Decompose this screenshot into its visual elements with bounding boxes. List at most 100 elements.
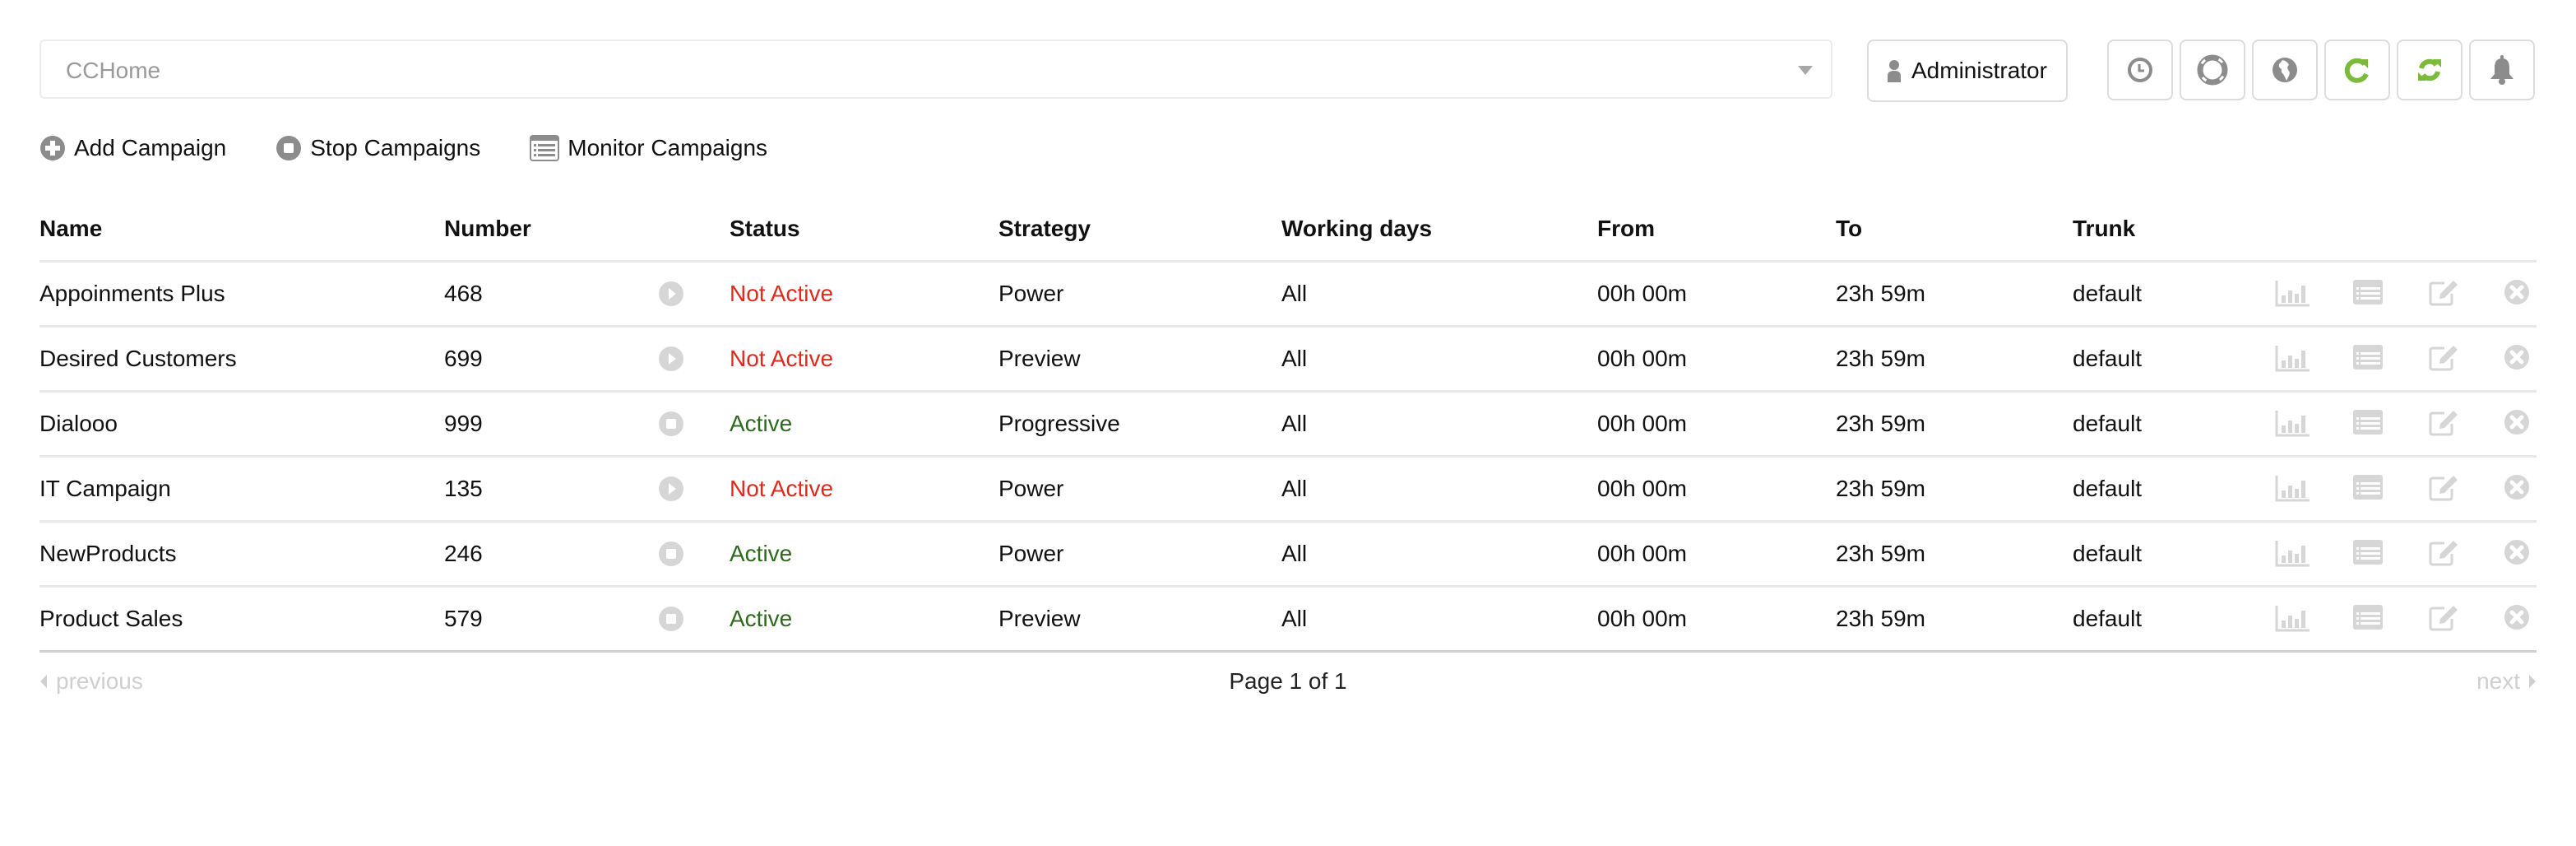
stop-campaigns-button[interactable]: Stop Campaigns (276, 135, 480, 161)
refresh-icon (2344, 58, 2369, 83)
column-header-working-days[interactable]: Working days (1281, 216, 1432, 242)
cell-status: Not Active (730, 281, 834, 306)
delete-icon[interactable] (2504, 539, 2530, 569)
cell-strategy: Preview (998, 346, 1081, 371)
edit-icon[interactable] (2428, 604, 2459, 636)
list-icon[interactable] (2352, 474, 2384, 504)
table-row[interactable]: Desired Customers 699 Not Active Preview All… (39, 325, 2537, 393)
column-header-status[interactable]: Status (730, 216, 800, 242)
cell-number: 246 (444, 541, 483, 566)
edit-icon[interactable] (2428, 279, 2459, 311)
delete-icon[interactable] (2504, 409, 2530, 439)
stop-campaign-icon[interactable] (658, 541, 684, 571)
cell-status: Active (730, 541, 793, 566)
cell-working-days: All (1281, 411, 1308, 436)
stats-icon[interactable] (2275, 344, 2310, 376)
cell-working-days: All (1281, 541, 1308, 566)
cell-working-days: All (1281, 346, 1308, 371)
next-page-label: next (2476, 668, 2520, 694)
cell-number: 468 (444, 281, 483, 306)
start-campaign-icon[interactable] (658, 476, 684, 506)
language-button[interactable] (2252, 40, 2318, 100)
cell-from: 00h 00m (1597, 541, 1687, 566)
monitor-campaigns-button[interactable]: Monitor Campaigns (530, 135, 767, 161)
start-campaign-icon[interactable] (658, 281, 684, 311)
list-alt-icon (530, 135, 560, 161)
edit-icon[interactable] (2428, 539, 2459, 571)
cell-trunk: default (2073, 411, 2143, 436)
table-row[interactable]: Product Sales 579 Active Preview All 00h 00m 2… (39, 585, 2537, 653)
monitor-campaigns-label: Monitor Campaigns (568, 135, 768, 160)
user-menu-label: Administrator (1911, 58, 2047, 83)
support-button[interactable] (2180, 40, 2245, 100)
plus-circle-icon (40, 136, 65, 160)
table-row[interactable]: Appoinments Plus 468 Not Active Power All 00h… (39, 260, 2537, 328)
cell-strategy: Power (998, 476, 1064, 501)
tenant-select-value: CCHome (66, 58, 161, 83)
edit-icon[interactable] (2428, 409, 2459, 441)
stats-icon[interactable] (2275, 474, 2310, 506)
start-campaign-icon[interactable] (658, 346, 684, 376)
cell-to: 23h 59m (1836, 281, 1925, 306)
history-button[interactable] (2107, 40, 2173, 100)
cell-status: Active (730, 411, 793, 436)
list-icon[interactable] (2352, 279, 2384, 309)
cell-to: 23h 59m (1836, 476, 1925, 501)
cell-number: 579 (444, 606, 483, 631)
column-header-to[interactable]: To (1836, 216, 1862, 242)
tenant-select[interactable]: CCHome (39, 40, 1832, 99)
stop-circle-icon (276, 136, 302, 160)
add-campaign-button[interactable]: Add Campaign (39, 135, 226, 161)
table-row[interactable]: Dialooo 999 Active Progressive All 00h 00m 23h… (39, 390, 2537, 458)
stats-icon[interactable] (2275, 539, 2310, 571)
stop-campaign-icon[interactable] (658, 606, 684, 636)
life-ring-icon (2197, 54, 2228, 86)
reload-button[interactable] (2324, 40, 2390, 100)
stats-icon[interactable] (2275, 409, 2310, 441)
list-icon[interactable] (2352, 539, 2384, 569)
delete-icon[interactable] (2504, 344, 2530, 374)
column-header-from[interactable]: From (1597, 216, 1655, 242)
stats-icon[interactable] (2275, 604, 2310, 636)
cell-to: 23h 59m (1836, 411, 1925, 436)
column-header-strategy[interactable]: Strategy (998, 216, 1091, 242)
delete-icon[interactable] (2504, 474, 2530, 504)
cell-trunk: default (2073, 476, 2143, 501)
cell-strategy: Preview (998, 606, 1081, 631)
column-header-name[interactable]: Name (39, 216, 102, 242)
table-row[interactable]: IT Campaign 135 Not Active Power All 00h 00m 2… (39, 455, 2537, 523)
add-campaign-label: Add Campaign (74, 135, 227, 160)
cell-working-days: All (1281, 606, 1308, 631)
cell-strategy: Progressive (998, 411, 1120, 436)
cell-name: Desired Customers (39, 346, 237, 371)
cell-working-days: All (1281, 476, 1308, 501)
edit-icon[interactable] (2428, 474, 2459, 506)
column-header-trunk[interactable]: Trunk (2073, 216, 2135, 242)
list-icon[interactable] (2352, 409, 2384, 439)
stats-icon[interactable] (2275, 279, 2310, 311)
column-header-number[interactable]: Number (444, 216, 531, 242)
globe-icon (2273, 58, 2297, 82)
cell-from: 00h 00m (1597, 606, 1687, 631)
delete-icon[interactable] (2504, 604, 2530, 634)
delete-icon[interactable] (2504, 279, 2530, 309)
cell-to: 23h 59m (1836, 606, 1925, 631)
notifications-button[interactable] (2469, 40, 2535, 100)
stop-campaign-icon[interactable] (658, 411, 684, 441)
list-icon[interactable] (2352, 604, 2384, 634)
user-menu-button[interactable]: Administrator (1867, 40, 2068, 102)
next-page-button[interactable]: next (2476, 668, 2537, 695)
edit-icon[interactable] (2428, 344, 2459, 376)
campaign-toolbar: Add Campaign Stop Campaigns Monitor Camp… (39, 132, 817, 165)
user-icon (1888, 60, 1901, 82)
cell-status: Not Active (730, 346, 834, 371)
cell-number: 135 (444, 476, 483, 501)
cell-from: 00h 00m (1597, 411, 1687, 436)
table-row[interactable]: NewProducts 246 Active Power All 00h 00m 23h 5… (39, 520, 2537, 588)
sync-button[interactable] (2397, 40, 2462, 100)
stop-campaigns-label: Stop Campaigns (310, 135, 481, 160)
cell-from: 00h 00m (1597, 476, 1687, 501)
cell-status: Active (730, 606, 793, 631)
list-icon[interactable] (2352, 344, 2384, 374)
page-info: Page 1 of 1 (1229, 668, 1347, 694)
